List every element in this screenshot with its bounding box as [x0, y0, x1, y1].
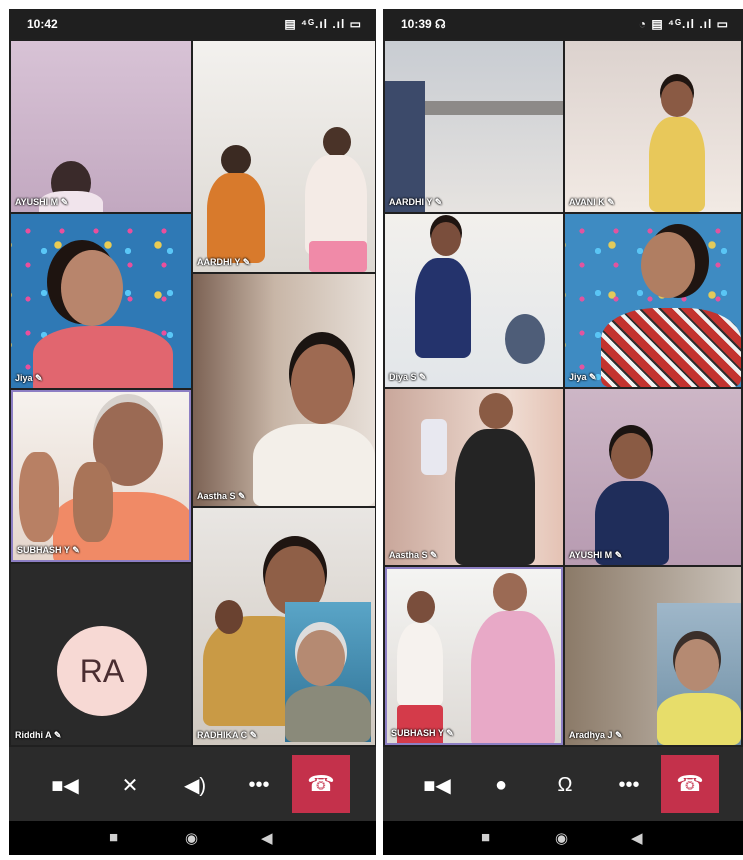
participant-name: AARDHI Y ✎ — [197, 257, 251, 267]
participant-tile-active-speaker[interactable]: SUBHASH Y ✎ — [385, 567, 563, 745]
participant-name: Aastha S ✎ — [389, 550, 438, 560]
mic-icon: ✎ — [446, 728, 454, 738]
status-time: 10:42 — [27, 17, 58, 31]
participant-name: AARDHI Y ✎ — [389, 197, 443, 207]
end-call-button[interactable]: ☎ — [292, 755, 350, 813]
mic-icon[interactable]: ● — [481, 765, 521, 805]
participant-name: SUBHASH Y ✎ — [17, 545, 80, 555]
call-toolbar: ■◀ ● Ω ••• ☎ — [383, 747, 743, 821]
more-options-icon[interactable]: ••• — [609, 765, 649, 805]
participant-name: Diya S ✎ — [389, 372, 427, 382]
speaker-icon[interactable]: ◀) — [175, 765, 215, 805]
participant-name: AVANI K ✎ — [569, 197, 615, 207]
participant-tile[interactable]: AARDHI Y ✎ — [193, 41, 375, 272]
back-icon[interactable]: ◀ — [261, 829, 273, 847]
participant-tile-active-speaker[interactable]: SUBHASH Y ✎ — [11, 390, 191, 562]
mic-icon: ✎ — [430, 550, 438, 560]
home-icon[interactable]: ◉ — [185, 829, 198, 847]
video-camera-icon[interactable]: ■◀ — [417, 765, 457, 805]
android-nav-bar: ■ ◉ ◀ — [9, 821, 376, 855]
mic-icon: ✎ — [434, 197, 443, 207]
mic-off-icon[interactable]: ✕ — [110, 765, 150, 805]
video-camera-icon[interactable]: ■◀ — [45, 765, 85, 805]
participant-tile[interactable]: AVANI K ✎ — [565, 41, 741, 212]
mic-icon: ✎ — [607, 197, 615, 207]
mic-icon: ✎ — [60, 197, 69, 207]
mic-icon: ✎ — [249, 730, 258, 740]
status-bar: 10:42 ▤ ⁴ᴳ.ıl .ıl ▭ — [9, 9, 376, 39]
participant-tile[interactable]: Aradhya J ✎ — [565, 567, 741, 745]
participant-name: Jiya ✎ — [15, 373, 43, 383]
home-icon[interactable]: ◉ — [555, 829, 568, 847]
mic-icon: ✎ — [589, 372, 597, 382]
participant-tile[interactable]: Aastha S ✎ — [385, 389, 563, 565]
mic-icon: ✎ — [419, 372, 427, 382]
android-nav-bar: ■ ◉ ◀ — [383, 821, 743, 855]
video-grid: AYUSHI M ✎ AARDHI Y ✎ Jiya ✎ Aastha S ✎ — [9, 39, 376, 747]
recent-apps-icon[interactable]: ■ — [109, 829, 118, 846]
participant-tile[interactable]: AYUSHI M ✎ — [11, 41, 191, 212]
participant-name: Aastha S ✎ — [197, 491, 246, 501]
self-view-thumbnail[interactable] — [285, 602, 371, 742]
participant-name: AYUSHI M ✎ — [569, 550, 623, 560]
participant-name: Aradhya J ✎ — [569, 730, 623, 740]
avatar: RA — [57, 626, 147, 716]
participant-tile[interactable]: Jiya ✎ — [11, 214, 191, 388]
participant-name: AYUSHI M ✎ — [15, 197, 69, 207]
participant-tile[interactable]: Diya S ✎ — [385, 214, 563, 387]
phone-screen-left: 10:42 ▤ ⁴ᴳ.ıl .ıl ▭ AYUSHI M ✎ AARDHI Y … — [9, 9, 376, 855]
video-grid: AARDHI Y ✎ AVANI K ✎ Diya S ✎ Jiya ✎ Aas… — [383, 39, 743, 747]
participant-name: RADHIKA C ✎ — [197, 730, 258, 740]
participant-tile[interactable]: RADHIKA C ✎ — [193, 508, 375, 745]
mic-icon: ✎ — [242, 257, 251, 267]
participant-name: SUBHASH Y ✎ — [391, 728, 454, 738]
participant-tile[interactable]: Aastha S ✎ — [193, 274, 375, 506]
more-options-icon[interactable]: ••• — [239, 765, 279, 805]
mic-icon: ✎ — [615, 730, 623, 740]
headset-icon[interactable]: Ω — [545, 765, 585, 805]
call-toolbar: ■◀ ✕ ◀) ••• ☎ — [9, 747, 376, 821]
mic-icon: ✎ — [72, 545, 80, 555]
self-view-thumbnail[interactable] — [657, 603, 741, 745]
system-status-icons: ◔ ▤ ⁴ᴳ.ıl .ıl ▭ — [638, 17, 729, 31]
mic-icon: ✎ — [614, 550, 623, 560]
mic-icon: ✎ — [53, 730, 62, 740]
participant-tile[interactable]: AARDHI Y ✎ — [385, 41, 563, 212]
recent-apps-icon[interactable]: ■ — [481, 829, 490, 846]
system-status-icons: ▤ ⁴ᴳ.ıl .ıl ▭ — [284, 17, 362, 31]
participant-name: Riddhi A ✎ — [15, 730, 62, 740]
back-icon[interactable]: ◀ — [631, 829, 643, 847]
status-time: 10:39 ☊ — [401, 17, 446, 31]
participant-tile[interactable]: Jiya ✎ — [565, 214, 741, 387]
participant-tile[interactable]: AYUSHI M ✎ — [565, 389, 741, 565]
end-call-button[interactable]: ☎ — [661, 755, 719, 813]
phone-screen-right: 10:39 ☊ ◔ ▤ ⁴ᴳ.ıl .ıl ▭ AARDHI Y ✎ AVANI… — [383, 9, 743, 855]
participant-name: Jiya ✎ — [569, 372, 597, 382]
mic-icon: ✎ — [35, 373, 43, 383]
status-bar: 10:39 ☊ ◔ ▤ ⁴ᴳ.ıl .ıl ▭ — [383, 9, 743, 39]
participant-tile[interactable]: RA Riddhi A ✎ — [11, 564, 191, 745]
mic-icon: ✎ — [238, 491, 246, 501]
